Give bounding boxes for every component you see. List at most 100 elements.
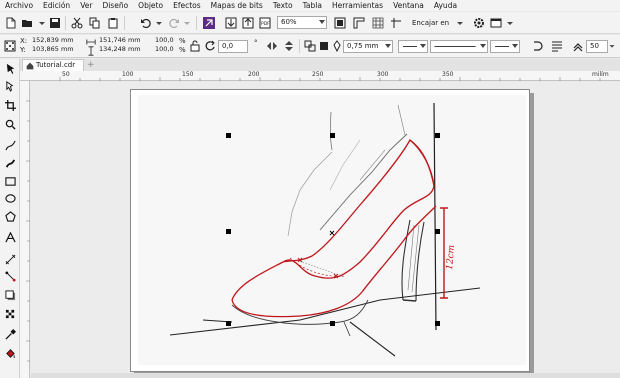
menu-ventana[interactable]: Ventana [393, 1, 424, 10]
menu-herramientas[interactable]: Herramientas [332, 1, 383, 10]
copy-icon[interactable] [88, 16, 102, 30]
mirror-horizontal-icon[interactable] [265, 39, 279, 53]
document-tab-bar: Tutorial.cdr + [20, 59, 620, 71]
line-style-select[interactable] [430, 40, 488, 53]
object-origin-icon[interactable] [3, 39, 17, 53]
pick-tool-icon[interactable] [3, 61, 17, 75]
mirror-vertical-icon[interactable] [282, 39, 296, 53]
toolbox [0, 59, 20, 378]
close-curve-icon[interactable] [530, 39, 544, 53]
open-dropdown-icon[interactable] [35, 16, 49, 30]
save-icon[interactable] [48, 16, 62, 30]
shape-tool-icon[interactable] [3, 79, 17, 93]
scale-y-input[interactable]: 100,0 [152, 45, 178, 55]
zoom-level-select[interactable]: 60% [277, 16, 327, 29]
menu-bar: Archivo Edición Ver Diseño Objeto Efecto… [0, 0, 620, 11]
rotation-degree-symbol: ° [254, 39, 258, 47]
artistic-media-tool-icon[interactable] [3, 156, 17, 170]
show-guidelines-icon[interactable] [389, 16, 403, 30]
vertical-ruler[interactable] [20, 81, 30, 378]
undo-icon[interactable] [139, 16, 153, 30]
curve-smoothing-input[interactable]: 50 [586, 40, 608, 53]
menu-efectos[interactable]: Efectos [173, 1, 201, 10]
y-position-label: Y: [20, 46, 26, 54]
ruler-mark-200: 200 [248, 71, 260, 78]
end-arrowhead-select[interactable] [490, 40, 520, 53]
interactive-fill-tool-icon[interactable] [3, 346, 17, 360]
smoothing-slider-icon[interactable] [607, 39, 617, 53]
launcher-icon[interactable] [489, 16, 503, 30]
menu-diseno[interactable]: Diseño [102, 1, 128, 10]
menu-edicion[interactable]: Edición [43, 1, 70, 10]
add-tab-button[interactable]: + [87, 60, 95, 70]
ruler-mark-250: 250 [312, 71, 324, 78]
text-tool-icon[interactable] [3, 230, 17, 244]
ruler-mark-100: 100 [122, 71, 134, 78]
document-page[interactable] [130, 89, 530, 372]
outline-width-value: 0,75 mm [347, 42, 379, 50]
ruler-mark-300: 300 [377, 71, 389, 78]
snap-dropdown-icon[interactable] [453, 16, 467, 30]
outline-pen-icon[interactable] [330, 39, 344, 53]
cut-icon[interactable] [70, 16, 84, 30]
export-icon[interactable] [241, 16, 255, 30]
show-rulers-icon[interactable] [352, 16, 366, 30]
ungroup-icon[interactable] [303, 39, 317, 53]
document-tab[interactable]: Tutorial.cdr [22, 59, 84, 71]
undo-dropdown-icon[interactable] [152, 16, 166, 30]
zoom-tool-icon[interactable] [3, 117, 17, 131]
scale-y-percent: % [179, 46, 186, 54]
drop-shadow-tool-icon[interactable] [3, 288, 17, 302]
outline-width-select[interactable]: 0,75 mm [343, 40, 393, 53]
show-grid-icon[interactable] [371, 16, 385, 30]
vertical-ruler-ticks [26, 100, 30, 362]
scale-x-percent: % [179, 37, 186, 45]
menu-ayuda[interactable]: Ayuda [434, 1, 457, 10]
eyedropper-tool-icon[interactable] [3, 327, 17, 341]
import-icon[interactable] [224, 16, 238, 30]
rotation-angle-input[interactable]: 0,0 [218, 40, 248, 53]
new-document-icon[interactable] [4, 16, 18, 30]
horizontal-scrollbar[interactable] [31, 373, 620, 378]
combine-icon[interactable] [317, 39, 331, 53]
redo-dropdown-icon[interactable] [180, 16, 194, 30]
ruler-mark-50: 50 [62, 71, 70, 78]
parallel-dimension-tool-icon[interactable] [3, 252, 17, 266]
y-position-input[interactable]: 103,865 mm [29, 45, 80, 55]
lock-ratio-icon[interactable] [188, 39, 202, 53]
transparency-tool-icon[interactable] [3, 307, 17, 321]
zoom-level-value: 60% [281, 18, 297, 26]
menu-ver[interactable]: Ver [80, 1, 92, 10]
ellipse-tool-icon[interactable] [3, 191, 17, 205]
height-icon [86, 45, 96, 56]
freehand-tool-icon[interactable] [3, 138, 17, 152]
object-height-input[interactable]: 134,248 mm [96, 45, 148, 55]
search-content-icon[interactable] [202, 16, 216, 30]
menu-tabla[interactable]: Tabla [303, 1, 322, 10]
text-wrap-icon[interactable] [550, 39, 564, 53]
start-arrowhead-select[interactable] [398, 40, 428, 53]
menu-mapas-de-bits[interactable]: Mapas de bits [211, 1, 263, 10]
polygon-tool-icon[interactable] [3, 209, 17, 223]
svg-text:PDF: PDF [261, 21, 270, 27]
redo-icon[interactable] [167, 16, 181, 30]
document-home-icon [26, 62, 34, 70]
connector-tool-icon[interactable] [3, 269, 17, 283]
full-screen-icon[interactable] [333, 16, 347, 30]
menu-objeto[interactable]: Objeto [138, 1, 163, 10]
options-gear-icon[interactable] [472, 16, 486, 30]
publish-pdf-icon[interactable]: PDF [258, 16, 272, 30]
menu-archivo[interactable]: Archivo [5, 1, 33, 10]
ruler-mark-150: 150 [182, 71, 194, 78]
crop-tool-icon[interactable] [3, 98, 17, 112]
snap-to-label[interactable]: Encajar en [412, 19, 449, 27]
horizontal-ruler[interactable]: 50 100 150 200 250 300 350 milím [20, 71, 620, 81]
paste-icon[interactable] [106, 16, 120, 30]
rotation-icon [203, 39, 217, 53]
rectangle-tool-icon[interactable] [3, 174, 17, 188]
ruler-unit-label: milím [592, 71, 609, 78]
x-position-label: X: [20, 37, 28, 45]
open-folder-icon[interactable] [20, 16, 34, 30]
menu-texto[interactable]: Texto [273, 1, 293, 10]
launcher-dropdown-icon[interactable] [503, 16, 517, 30]
